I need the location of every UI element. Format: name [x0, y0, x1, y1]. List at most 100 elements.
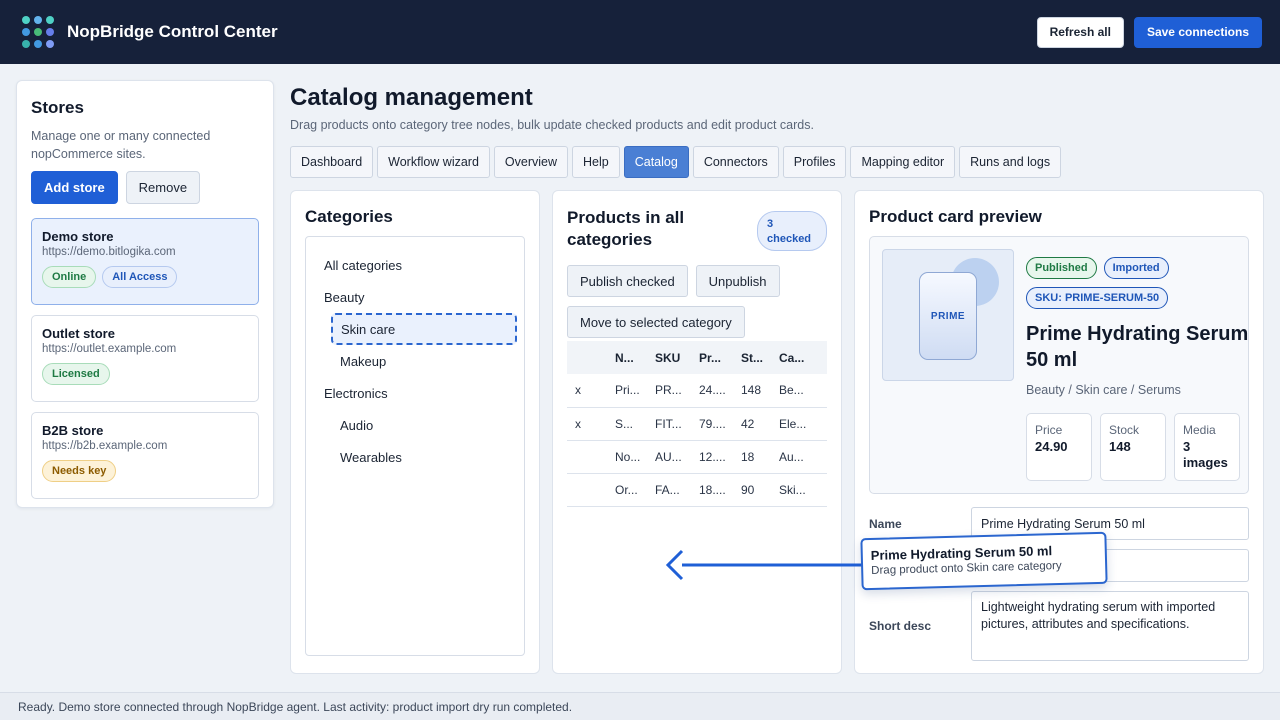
status-text: Ready. Demo store connected through NopB…: [18, 699, 573, 714]
cell-category: Au...: [775, 440, 827, 474]
checked-count-badge: 3 checked: [757, 211, 827, 251]
tab-profiles[interactable]: Profiles: [782, 146, 847, 178]
tab-runs-and-logs[interactable]: Runs and logs: [959, 146, 1062, 178]
cell-name: Or...: [611, 473, 651, 507]
stat-price: Price 24.90: [1026, 413, 1092, 481]
tree-node-skin-care[interactable]: Skin care: [331, 313, 517, 345]
store-url: https://b2b.example.com: [42, 440, 168, 452]
add-store-button[interactable]: Add store: [31, 171, 118, 204]
store-card-outlet[interactable]: Outlet store https://outlet.example.com …: [31, 315, 259, 402]
tab-mapping-editor[interactable]: Mapping editor: [850, 146, 956, 178]
products-title: Products in all categories: [567, 208, 685, 249]
stat-label: Stock: [1109, 423, 1140, 437]
header-actions: Refresh all Save connections: [1036, 16, 1262, 48]
move-to-category-button[interactable]: Move to selected category: [567, 306, 745, 338]
preview-title: Product card preview: [869, 207, 1042, 226]
cell-category: Be...: [775, 374, 827, 408]
column-header-stock[interactable]: St...: [737, 341, 775, 374]
publish-checked-button[interactable]: Publish checked: [567, 265, 688, 297]
stores-panel: Stores Manage one or many connected nopC…: [16, 80, 274, 508]
column-header-name[interactable]: N...: [611, 341, 651, 374]
tab-catalog[interactable]: Catalog: [623, 146, 689, 178]
tab-overview[interactable]: Overview: [493, 146, 569, 178]
column-header-price[interactable]: Pr...: [695, 341, 737, 374]
tree-node-all-categories[interactable]: All categories: [316, 249, 514, 281]
table-row[interactable]: x Pri... PR... 24.... 148 Be...: [567, 374, 827, 408]
store-name: Outlet store: [42, 326, 115, 341]
cell-name: S...: [611, 407, 651, 441]
product-card: PRIME Published Imported SKU: PRIME-SERU…: [869, 236, 1249, 494]
row-check-mark[interactable]: x: [567, 407, 611, 441]
table-row[interactable]: Or... FA... 18.... 90 Ski...: [567, 473, 827, 507]
categories-panel: Categories All categories Beauty Skin ca…: [290, 190, 540, 674]
status-badge-online: Online: [42, 266, 97, 288]
tab-dashboard[interactable]: Dashboard: [290, 146, 374, 178]
row-check-mark[interactable]: x: [567, 374, 611, 408]
published-badge: Published: [1026, 257, 1097, 279]
cell-category: Ski...: [775, 473, 827, 507]
product-bulk-actions: Publish checked Unpublish Move to select…: [567, 265, 827, 338]
table-row[interactable]: No... AU... 12.... 18 Au...: [567, 440, 827, 474]
name-field-label: Name: [869, 516, 902, 531]
cell-category: Ele...: [775, 407, 827, 441]
bottle-label: PRIME: [930, 310, 966, 322]
row-check-mark[interactable]: [567, 473, 611, 507]
drag-ghost-card[interactable]: Prime Hydrating Serum 50 ml Drag product…: [860, 531, 1108, 591]
cell-stock: 148: [737, 374, 775, 408]
cell-sku: PR...: [651, 374, 695, 408]
stores-title: Stores: [31, 98, 84, 117]
sku-badge: SKU: PRIME-SERUM-50: [1026, 287, 1169, 309]
table-row[interactable]: x S... FIT... 79.... 42 Ele...: [567, 407, 827, 441]
tab-workflow-wizard[interactable]: Workflow wizard: [377, 146, 490, 178]
cell-name: Pri...: [611, 374, 651, 408]
row-check-mark[interactable]: [567, 440, 611, 474]
tree-node-electronics[interactable]: Electronics: [316, 377, 514, 409]
cell-stock: 90: [737, 473, 775, 507]
store-url: https://outlet.example.com: [42, 343, 177, 355]
cell-name: No...: [611, 440, 651, 474]
page-subtitle: Drag products onto category tree nodes, …: [290, 118, 814, 132]
column-header-sku[interactable]: SKU: [651, 341, 695, 374]
cell-sku: FA...: [651, 473, 695, 507]
cell-price: 24....: [695, 374, 737, 408]
imported-badge: Imported: [1103, 257, 1169, 279]
unpublish-button[interactable]: Unpublish: [695, 265, 780, 297]
tree-node-makeup[interactable]: Makeup: [316, 345, 514, 377]
store-url: https://demo.bitlogika.com: [42, 246, 176, 258]
tree-node-wearables[interactable]: Wearables: [316, 441, 514, 473]
category-path: Beauty / Skin care / Serums: [1026, 383, 1181, 397]
stat-label: Price: [1035, 423, 1063, 437]
status-badge-needs-key: Needs key: [42, 460, 117, 482]
serum-bottle-icon: PRIME: [919, 272, 977, 360]
products-panel: Products in all categories 3 checked Pub…: [552, 190, 842, 674]
cell-stock: 42: [737, 407, 775, 441]
stat-value: 3 images: [1183, 439, 1228, 470]
cell-sku: AU...: [651, 440, 695, 474]
status-badge-licensed: Licensed: [42, 363, 110, 385]
short-desc-textarea[interactable]: Lightweight hydrating serum with importe…: [971, 591, 1249, 661]
stat-value: 148: [1109, 439, 1131, 454]
store-card-demo[interactable]: Demo store https://demo.bitlogika.com On…: [31, 218, 259, 305]
tab-help[interactable]: Help: [572, 146, 620, 178]
stores-description: Manage one or many connected nopCommerce…: [31, 129, 211, 161]
logo-dot: [46, 16, 54, 24]
logo-dot: [22, 28, 30, 36]
app-title: NopBridge Control Center: [67, 22, 278, 41]
tab-connectors[interactable]: Connectors: [692, 146, 779, 178]
column-header-category[interactable]: Ca...: [775, 341, 827, 374]
stat-label: Media: [1183, 423, 1216, 437]
stat-media: Media 3 images: [1174, 413, 1240, 481]
product-image: PRIME: [882, 249, 1014, 381]
tree-node-beauty[interactable]: Beauty: [316, 281, 514, 313]
refresh-all-button[interactable]: Refresh all: [1036, 16, 1124, 48]
product-preview-panel: Product card preview PRIME Published Imp…: [854, 190, 1264, 674]
column-header-check[interactable]: [567, 341, 611, 374]
tree-node-audio[interactable]: Audio: [316, 409, 514, 441]
app-logo-icon: [22, 16, 54, 48]
save-connections-button[interactable]: Save connections: [1133, 16, 1262, 48]
stat-value: 24.90: [1035, 439, 1068, 454]
store-card-b2b[interactable]: B2B store https://b2b.example.com Needs …: [31, 412, 259, 499]
remove-store-button[interactable]: Remove: [125, 171, 201, 204]
product-stats: Price 24.90 Stock 148 Media 3 images: [1026, 413, 1240, 481]
category-tree: All categories Beauty Skin care Makeup E…: [305, 236, 525, 656]
